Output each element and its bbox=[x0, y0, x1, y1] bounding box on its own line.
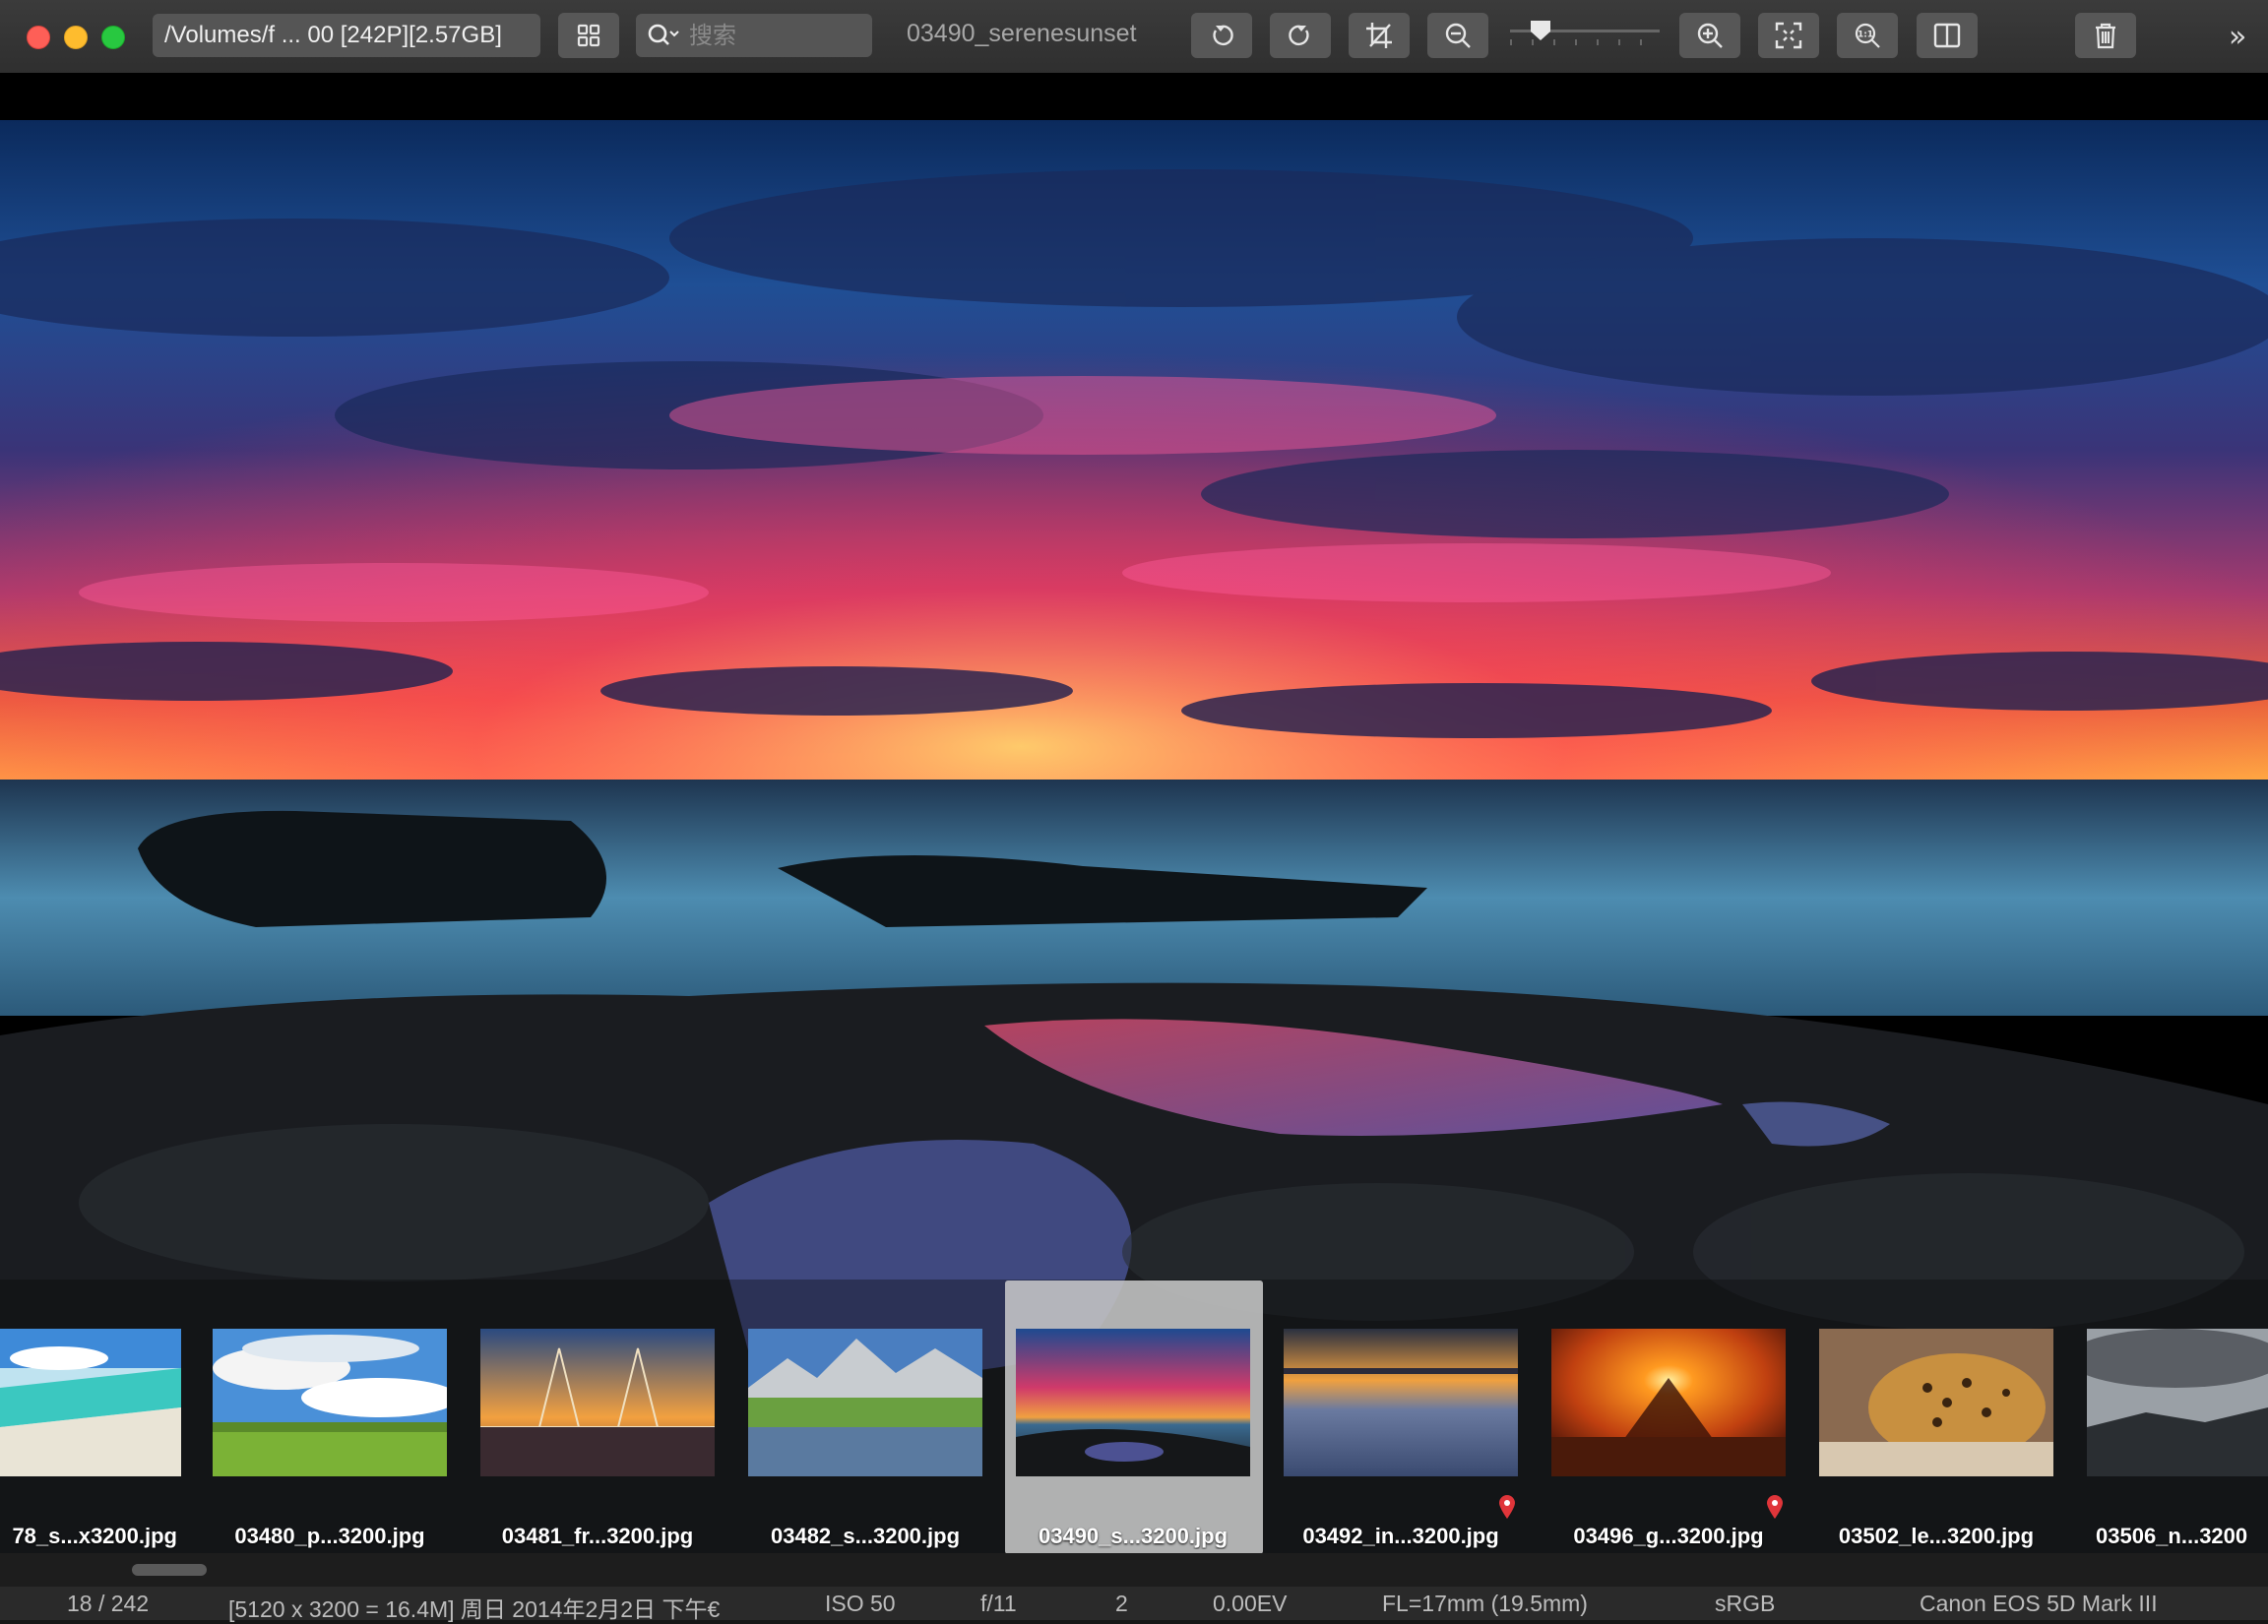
iso-value: ISO 50 bbox=[825, 1591, 896, 1616]
thumbnail-label: 78_s...x3200.jpg bbox=[12, 1524, 177, 1548]
thumbnail[interactable] bbox=[1551, 1329, 1786, 1476]
fit-screen-button[interactable] bbox=[1758, 13, 1819, 58]
thumbnail[interactable] bbox=[213, 1329, 447, 1476]
close-window-button[interactable] bbox=[27, 26, 50, 49]
grid-icon bbox=[577, 24, 600, 47]
split-view-icon bbox=[1933, 23, 1961, 48]
zoom-slider[interactable] bbox=[1510, 16, 1660, 55]
file-name-title: 03490_serenesunset bbox=[907, 20, 1137, 47]
crop-button[interactable] bbox=[1349, 13, 1410, 58]
rotate-right-button[interactable] bbox=[1270, 13, 1331, 58]
thumbnail[interactable] bbox=[748, 1329, 982, 1476]
thumbnail-label-selected: 03490_s...3200.jpg bbox=[1038, 1524, 1228, 1548]
thumbnail-label: 03506_n...3200 bbox=[2096, 1524, 2248, 1548]
thumbnail-label: 03496_g...3200.jpg bbox=[1573, 1524, 1764, 1548]
zoom-in-button[interactable] bbox=[1679, 13, 1740, 58]
thumbnail[interactable] bbox=[480, 1329, 715, 1476]
exposure-bias-value: 0.00EV bbox=[1213, 1591, 1288, 1616]
thumbnail[interactable] bbox=[1284, 1329, 1518, 1476]
minimize-window-button[interactable] bbox=[64, 26, 88, 49]
image-position: 18 / 242 bbox=[67, 1591, 150, 1616]
actual-size-icon: 1:1 bbox=[1855, 23, 1880, 48]
thumbnail[interactable] bbox=[2087, 1329, 2268, 1476]
folder-path-field[interactable]: /Volumes/f ... 00 [242P][2.57GB] bbox=[153, 14, 540, 57]
filmstrip-scroll-knob[interactable] bbox=[132, 1564, 207, 1576]
actual-size-button[interactable]: 1:1 bbox=[1837, 13, 1898, 58]
svg-text:1:1: 1:1 bbox=[1858, 31, 1873, 40]
zoom-slider-thumb[interactable] bbox=[1530, 20, 1551, 41]
thumbnail-label: 03492_in...3200.jpg bbox=[1302, 1524, 1499, 1548]
rotate-left-button[interactable] bbox=[1191, 13, 1252, 58]
rotate-left-icon bbox=[1213, 25, 1233, 46]
location-pin-icon bbox=[1767, 1495, 1783, 1519]
thumbnail-label: 03481_fr...3200.jpg bbox=[501, 1524, 694, 1548]
color-space-value: sRGB bbox=[1715, 1591, 1776, 1616]
filmstrip-scrollbar[interactable] bbox=[0, 1553, 2268, 1587]
toolbar: /Volumes/f ... 00 [242P][2.57GB] 03490_s… bbox=[0, 0, 2268, 74]
thumbnail-label: 03480_p...3200.jpg bbox=[234, 1524, 425, 1548]
location-pin-icon bbox=[1499, 1495, 1515, 1519]
thumbnail[interactable] bbox=[0, 1329, 181, 1476]
image-info: [5120 x 3200 = 16.4M] 周日 2014年2月2日 下午€ bbox=[228, 1596, 721, 1622]
zoom-out-icon bbox=[1445, 23, 1471, 48]
split-view-button[interactable] bbox=[1917, 13, 1978, 58]
thumbnail-label: 03502_le...3200.jpg bbox=[1838, 1524, 2035, 1548]
more-chevron-icon[interactable]: » bbox=[2229, 20, 2246, 54]
status-bar: 18 / 242 [5120 x 3200 = 16.4M] 周日 2014年2… bbox=[0, 1587, 2268, 1622]
zoom-in-icon bbox=[1697, 23, 1723, 48]
grid-view-button[interactable] bbox=[558, 13, 619, 58]
fit-screen-icon bbox=[1775, 22, 1802, 49]
focal-length-value: FL=17mm (19.5mm) bbox=[1382, 1591, 1588, 1616]
zoom-window-button[interactable] bbox=[101, 26, 125, 49]
search-field[interactable] bbox=[636, 14, 872, 57]
trash-icon bbox=[2096, 23, 2115, 49]
crop-icon bbox=[1366, 23, 1392, 48]
thumbnail-label: 03482_s...3200.jpg bbox=[770, 1524, 961, 1548]
aperture-value: f/11 bbox=[980, 1591, 1017, 1616]
delete-button[interactable] bbox=[2075, 13, 2136, 58]
camera-model: Canon EOS 5D Mark III bbox=[1920, 1591, 2158, 1616]
search-input[interactable] bbox=[687, 21, 839, 50]
search-icon bbox=[648, 24, 679, 45]
shutter-value: 2 bbox=[1115, 1591, 1128, 1616]
rotate-right-icon bbox=[1289, 25, 1309, 46]
zoom-out-button[interactable] bbox=[1427, 13, 1488, 58]
thumbnail[interactable] bbox=[1819, 1329, 2053, 1476]
thumbnail[interactable] bbox=[1016, 1329, 1250, 1476]
